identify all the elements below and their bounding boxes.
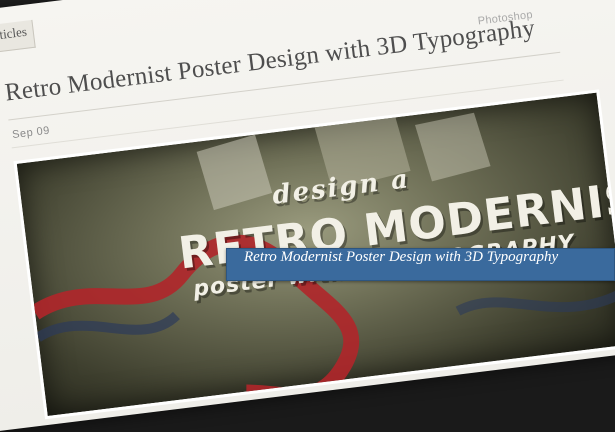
caption-text: Retro Modernist Poster Design with 3D Ty… xyxy=(244,249,559,265)
nav-tab-articles[interactable]: ticles xyxy=(0,19,36,55)
post-date: Sep 09 xyxy=(11,124,51,142)
blog-post-card: ticles Photoshop Retro Modernist Poster … xyxy=(0,0,615,432)
caption-banner[interactable]: Retro Modernist Poster Design with 3D Ty… xyxy=(226,248,615,281)
